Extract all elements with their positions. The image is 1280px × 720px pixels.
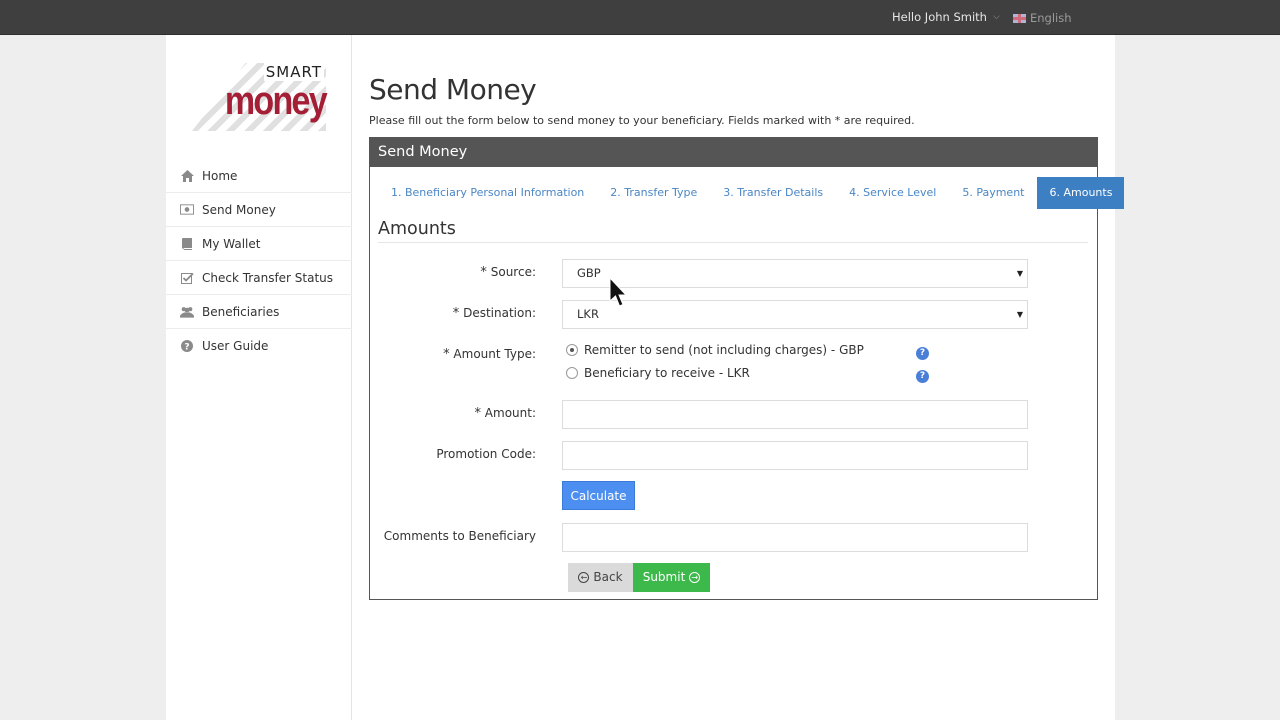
sidebar-nav: Home Send Money My Wallet Check Transfer… — [166, 159, 352, 363]
step-beneficiary-info[interactable]: 1. Beneficiary Personal Information — [378, 177, 597, 209]
arrow-right-circle-icon: → — [689, 572, 701, 583]
user-greeting: Hello John Smith — [892, 10, 987, 24]
sidebar-item-send-money[interactable]: Send Money — [166, 193, 352, 227]
destination-label: * Destination: — [453, 306, 536, 321]
amount-input[interactable] — [562, 400, 1028, 429]
back-button-label: Back — [593, 570, 623, 584]
page-subtitle: Please fill out the form below to send m… — [369, 114, 915, 127]
sidebar-item-label: Check Transfer Status — [202, 270, 334, 285]
amount-type-label: * Amount Type: — [443, 347, 536, 362]
destination-select[interactable]: LKR ▼ — [562, 300, 1028, 329]
sidebar-item-label: Beneficiaries — [202, 304, 280, 319]
help-icon[interactable]: ? — [916, 370, 929, 383]
step-service-level[interactable]: 4. Service Level — [836, 177, 949, 209]
send-money-panel: Send Money 1. Beneficiary Personal Infor… — [369, 137, 1125, 600]
required-mark: * — [443, 347, 450, 362]
chevron-down-icon: ⌵ — [992, 12, 1000, 22]
sidebar-item-label: User Guide — [202, 339, 269, 353]
step-payment[interactable]: 5. Payment — [949, 177, 1037, 209]
mouse-cursor-icon — [609, 277, 628, 307]
step-transfer-details[interactable]: 3. Transfer Details — [710, 177, 836, 209]
destination-value: LKR — [577, 307, 599, 321]
amount-type-remitter-option[interactable]: Remitter to send (not including charges)… — [566, 343, 864, 357]
logo-text-money: money — [224, 79, 328, 123]
comments-input[interactable] — [562, 523, 1028, 552]
required-mark: * — [474, 406, 481, 421]
submit-button[interactable]: Submit → — [633, 563, 710, 592]
arrow-left-circle-icon: ← — [578, 572, 590, 583]
amount-label: * Amount: — [474, 406, 536, 421]
sidebar: SMART money Home Send Money My Wallet Ch… — [166, 35, 352, 720]
question-icon: ? — [180, 339, 194, 353]
amount-type-label-text: Amount Type: — [453, 347, 536, 361]
beneficiary-option-label: Beneficiary to receive - LKR — [584, 366, 750, 380]
back-button[interactable]: ← Back — [568, 563, 633, 592]
panel-title: Send Money — [370, 138, 1097, 167]
help-icon[interactable]: ? — [916, 347, 929, 360]
step-amounts[interactable]: 6. Amounts — [1037, 177, 1125, 209]
section-divider — [378, 242, 1088, 243]
uk-flag-icon — [1013, 13, 1026, 23]
language-selector[interactable]: English — [1013, 11, 1072, 25]
sidebar-item-user-guide[interactable]: ? User Guide — [166, 329, 352, 363]
submit-button-label: Submit — [642, 570, 686, 584]
beneficiary-radio[interactable] — [566, 367, 578, 379]
calculate-button[interactable]: Calculate — [562, 481, 635, 510]
step-transfer-type[interactable]: 2. Transfer Type — [597, 177, 710, 209]
sidebar-item-beneficiaries[interactable]: Beneficiaries — [166, 295, 352, 329]
source-label: * Source: — [480, 265, 536, 280]
amount-type-beneficiary-option[interactable]: Beneficiary to receive - LKR — [566, 366, 750, 380]
required-mark: * — [480, 265, 487, 280]
remitter-radio[interactable] — [566, 344, 578, 356]
source-label-text: Source: — [490, 265, 536, 279]
top-bar: Hello John Smith ⌵ English — [0, 0, 1280, 35]
page-title: Send Money — [369, 73, 537, 106]
user-menu[interactable]: Hello John Smith ⌵ — [892, 10, 1000, 24]
sidebar-item-check-transfer-status[interactable]: Check Transfer Status — [166, 261, 352, 295]
destination-label-text: Destination: — [463, 306, 536, 320]
sidebar-item-label: My Wallet — [202, 236, 261, 251]
sidebar-item-my-wallet[interactable]: My Wallet — [166, 227, 352, 261]
required-mark: * — [452, 306, 460, 321]
promotion-code-input[interactable] — [562, 441, 1028, 470]
section-title: Amounts — [378, 219, 456, 239]
comments-label: Comments to Beneficiary — [383, 529, 536, 543]
caret-down-icon: ▼ — [1016, 269, 1023, 278]
sidebar-item-home[interactable]: Home — [166, 159, 352, 193]
caret-down-icon: ▼ — [1016, 310, 1023, 319]
main-content: Send Money Please fill out the form belo… — [352, 35, 1125, 720]
sidebar-item-label: Home — [202, 168, 238, 183]
money-icon — [180, 203, 194, 217]
home-icon — [180, 169, 194, 183]
source-value: GBP — [577, 266, 601, 280]
amount-label-text: Amount: — [484, 406, 536, 420]
wizard-steps: 1. Beneficiary Personal Information 2. T… — [378, 177, 1125, 209]
remitter-option-label: Remitter to send (not including charges)… — [584, 343, 864, 357]
users-icon — [180, 305, 194, 319]
language-label: English — [1030, 11, 1072, 25]
smart-money-logo[interactable]: SMART money — [192, 63, 328, 131]
promo-label: Promotion Code: — [436, 447, 536, 461]
svg-text:?: ? — [184, 343, 189, 353]
check-icon — [180, 271, 194, 285]
wallet-icon — [180, 237, 194, 251]
source-select[interactable]: GBP ▼ — [562, 259, 1028, 288]
sidebar-item-label: Send Money — [202, 202, 276, 217]
